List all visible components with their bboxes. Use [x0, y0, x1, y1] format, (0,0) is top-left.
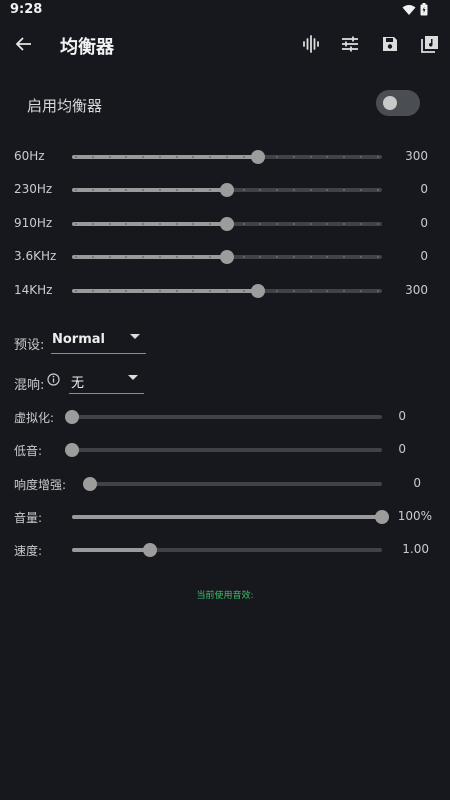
enable-equalizer-label: 启用均衡器: [27, 97, 103, 115]
waveform-icon[interactable]: [300, 33, 322, 55]
page-title: 均衡器: [60, 37, 114, 58]
speed-value: 1.00: [402, 542, 429, 556]
loudness-value: 0: [413, 476, 421, 490]
enable-equalizer-switch[interactable]: [376, 90, 420, 116]
bass-label: 低音:: [14, 444, 43, 458]
band-910hz-value: 0: [420, 216, 428, 230]
band-910hz-slider[interactable]: [72, 217, 382, 231]
save-icon[interactable]: [379, 33, 401, 55]
bass-slider[interactable]: [65, 443, 382, 457]
volume-value: 100%: [397, 509, 432, 523]
band-60hz-label: 60Hz: [14, 149, 45, 163]
speed-label: 速度:: [14, 544, 43, 558]
virtualizer-label: 虚拟化:: [14, 411, 55, 425]
status-icons: [402, 3, 428, 16]
band-3-6khz-slider-thumb[interactable]: [220, 250, 234, 264]
preset-value: Normal: [52, 332, 105, 347]
band-230hz-slider-thumb[interactable]: [220, 183, 234, 197]
speed-slider-fill: [72, 548, 150, 552]
loudness-slider[interactable]: [83, 477, 382, 491]
band-3-6khz-slider[interactable]: [72, 250, 382, 264]
battery-icon: [420, 3, 428, 16]
virtualizer-slider[interactable]: [65, 410, 382, 424]
virtualizer-slider-thumb[interactable]: [65, 410, 79, 424]
status-time: 9:28: [10, 2, 43, 17]
volume-label: 音量:: [14, 511, 43, 525]
band-3-6khz-label: 3.6KHz: [14, 249, 57, 263]
band-230hz-value: 0: [420, 182, 428, 196]
band-60hz-slider[interactable]: [72, 150, 382, 164]
current-effect-text: 当前使用音效:: [196, 591, 254, 601]
band-14khz-slider[interactable]: [72, 284, 382, 298]
tune-sliders-icon[interactable]: [339, 33, 361, 55]
chevron-down-icon: [128, 375, 138, 380]
loudness-slider-thumb[interactable]: [83, 477, 97, 491]
volume-slider-thumb[interactable]: [375, 510, 389, 524]
bass-value: 0: [398, 442, 406, 456]
band-14khz-slider-ticks: [72, 289, 382, 293]
chevron-down-icon: [130, 334, 140, 339]
volume-slider-fill: [72, 515, 382, 519]
band-14khz-value: 300: [405, 283, 428, 297]
band-230hz-label: 230Hz: [14, 182, 53, 196]
preset-label: 预设:: [14, 338, 45, 353]
reverb-value: 无: [71, 376, 85, 391]
volume-slider[interactable]: [72, 510, 389, 524]
speed-slider[interactable]: [72, 543, 382, 557]
band-60hz-slider-thumb[interactable]: [251, 150, 265, 164]
loudness-label: 响度增强:: [14, 478, 67, 492]
band-14khz-label: 14KHz: [14, 283, 53, 297]
info-icon[interactable]: [47, 373, 60, 386]
band-230hz-slider[interactable]: [72, 183, 382, 197]
band-60hz-value: 300: [405, 149, 428, 163]
bass-slider-thumb[interactable]: [65, 443, 79, 457]
preset-dropdown[interactable]: Normal: [51, 328, 146, 354]
speed-slider-thumb[interactable]: [142, 543, 157, 557]
band-3-6khz-value: 0: [420, 249, 428, 263]
band-14khz-slider-thumb[interactable]: [251, 284, 265, 298]
band-60hz-slider-ticks: [72, 155, 382, 159]
wifi-icon: [402, 4, 416, 15]
band-910hz-label: 910Hz: [14, 216, 53, 230]
library-music-icon[interactable]: [419, 33, 441, 55]
switch-knob: [383, 96, 397, 110]
reverb-label: 混响:: [14, 378, 45, 393]
virtualizer-value: 0: [398, 409, 406, 423]
band-910hz-slider-thumb[interactable]: [220, 217, 234, 231]
reverb-dropdown[interactable]: 无: [69, 369, 144, 394]
back-arrow-icon[interactable]: [14, 34, 34, 54]
